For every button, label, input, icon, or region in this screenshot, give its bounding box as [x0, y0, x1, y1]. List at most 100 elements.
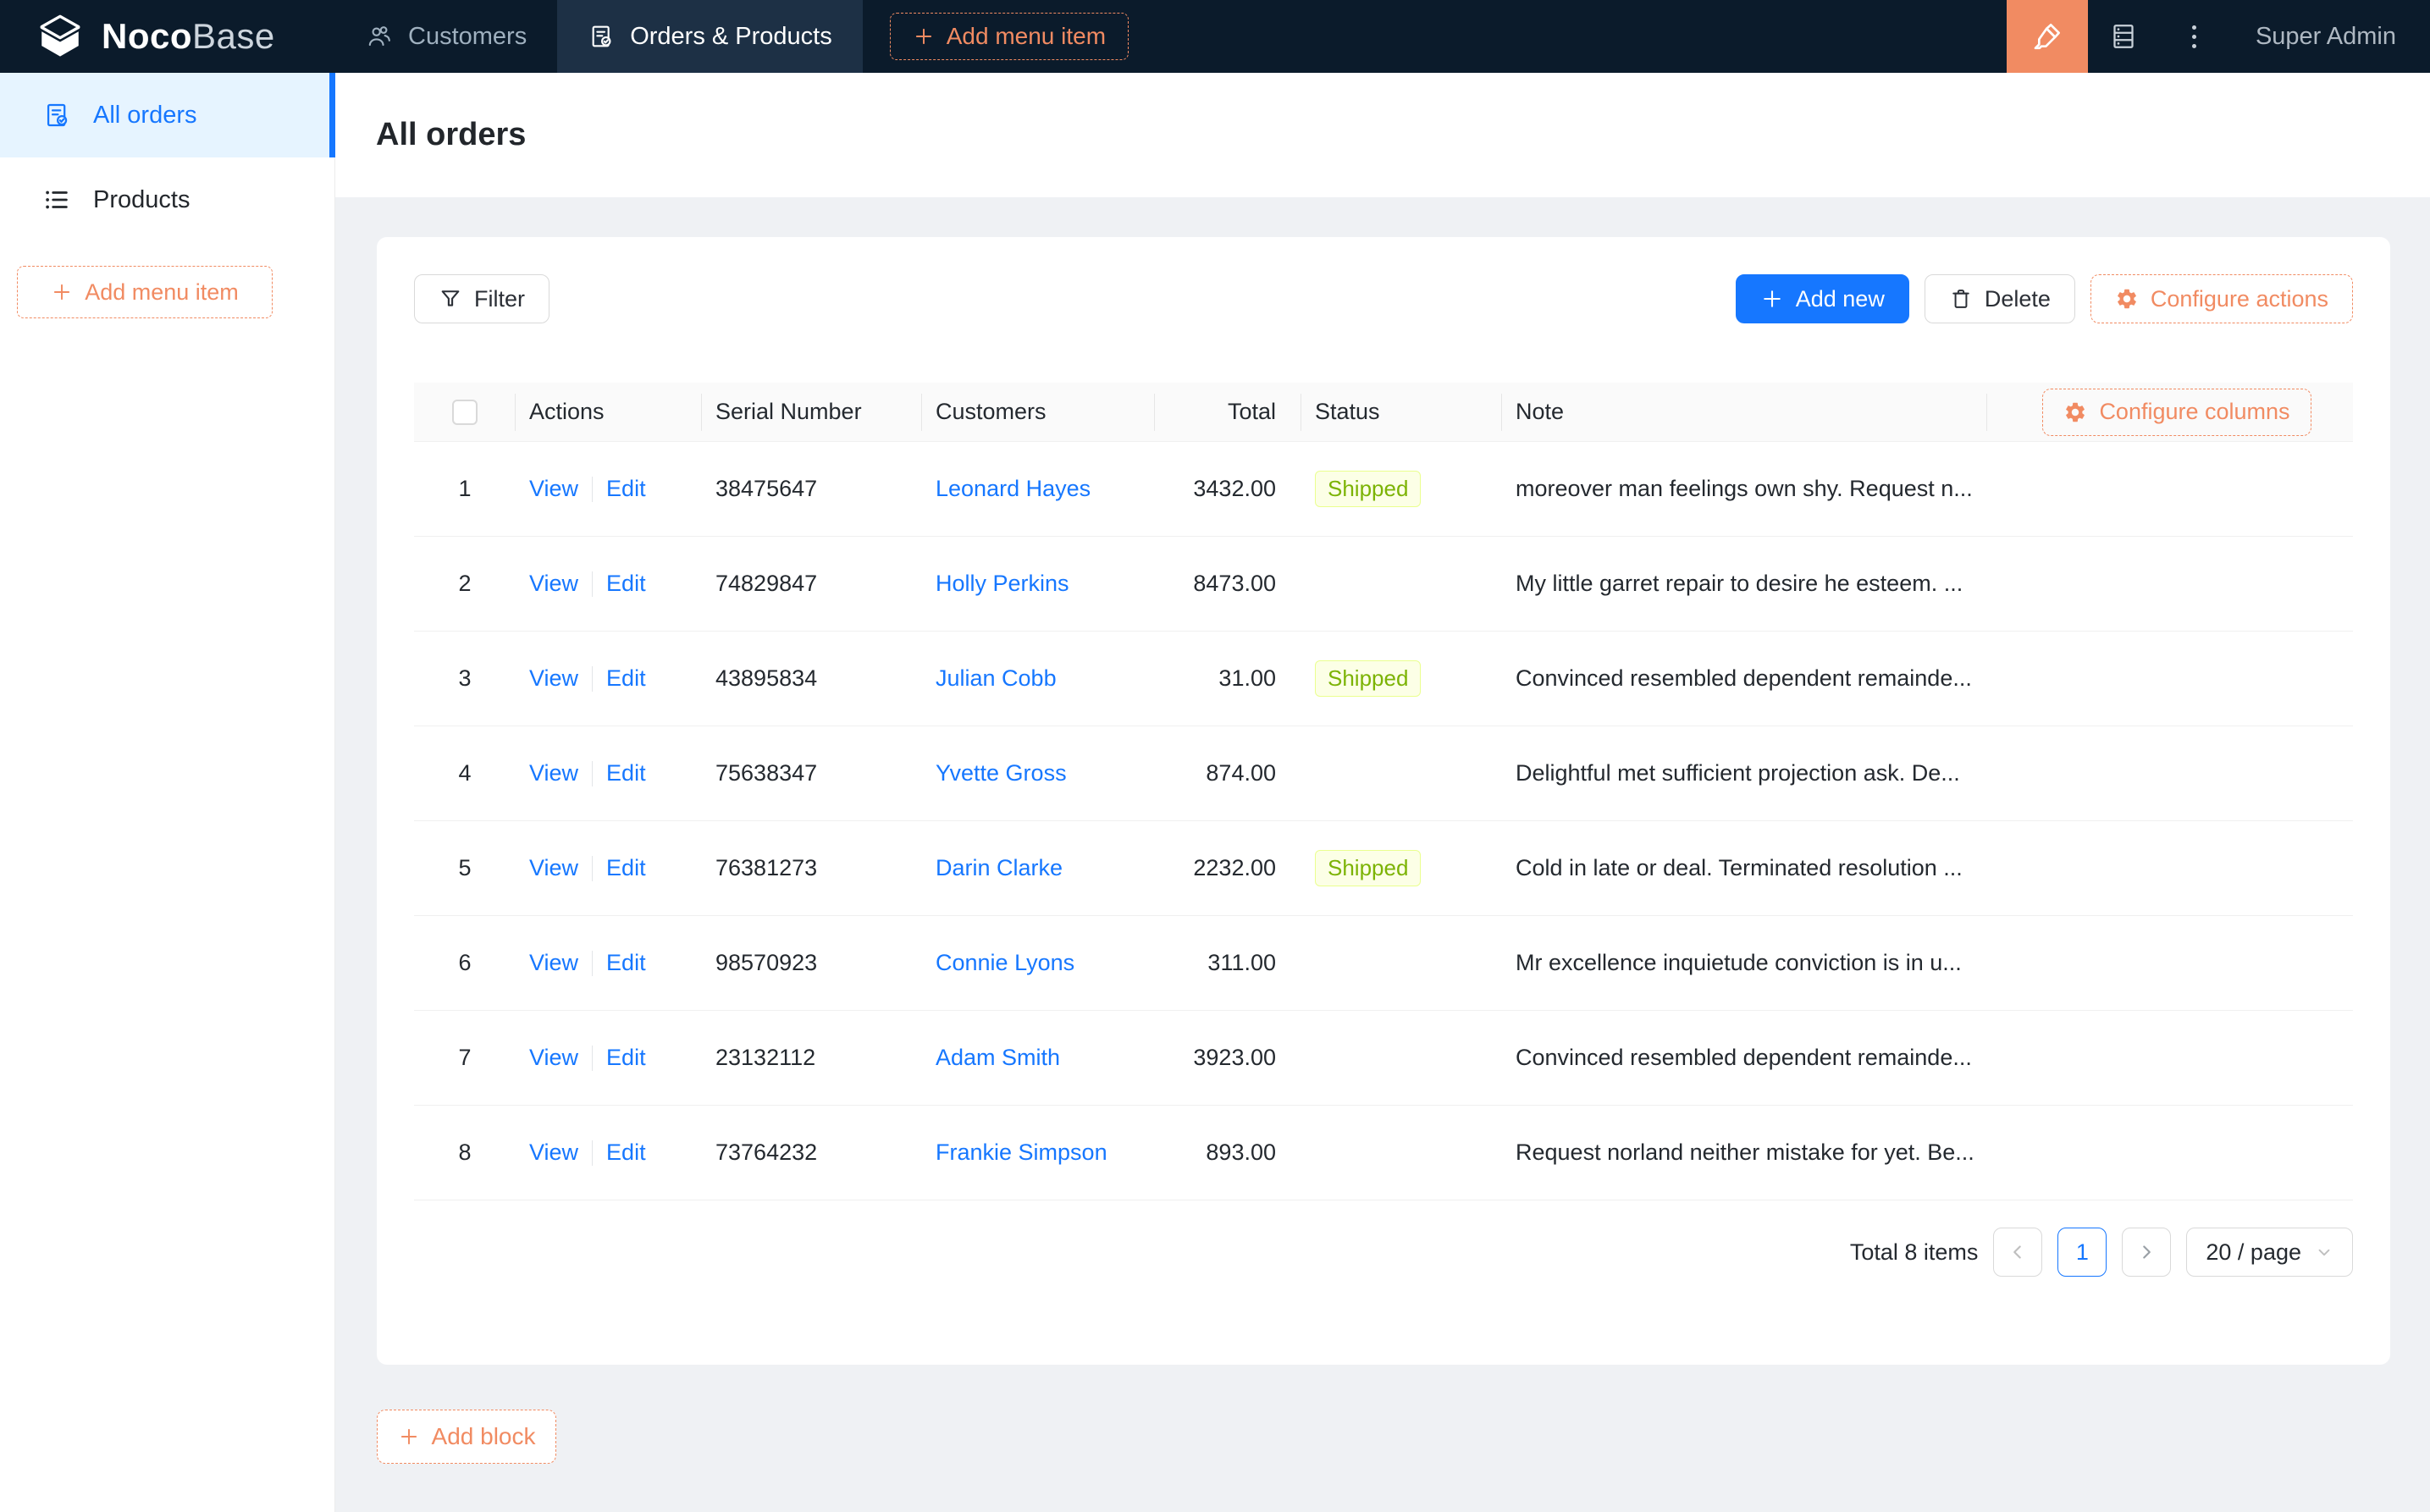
column-header-customers: Customers — [922, 383, 1155, 441]
edit-link[interactable]: Edit — [606, 476, 646, 502]
page-1-button[interactable]: 1 — [2057, 1228, 2107, 1277]
filter-button[interactable]: Filter — [414, 274, 550, 323]
add-new-label: Add new — [1795, 285, 1885, 312]
serial-cell: 43895834 — [715, 665, 818, 691]
customer-link[interactable]: Adam Smith — [936, 1045, 1060, 1071]
edit-link[interactable]: Edit — [606, 855, 646, 881]
total-cell: 3432.00 — [1193, 476, 1276, 501]
total-cell: 2232.00 — [1193, 855, 1276, 880]
total-cell: 8473.00 — [1193, 571, 1276, 596]
note-cell: Mr excellence inquietude conviction is i… — [1516, 950, 1962, 975]
nav-add-menu-item-label: Add menu item — [946, 23, 1107, 49]
serial-cell: 75638347 — [715, 760, 818, 786]
serial-cell: 74829847 — [715, 571, 818, 596]
table-row: 1 View Edit 38475647 Leonard Hayes 3432.0… — [414, 442, 2353, 537]
row-index: 2 — [458, 571, 472, 596]
page-size-select[interactable]: 20 / page — [2186, 1228, 2353, 1277]
sidebar-add-menu-item-button[interactable]: Add menu item — [17, 266, 273, 318]
ellipsis-vertical-icon — [2192, 25, 2197, 48]
view-link[interactable]: View — [529, 1140, 578, 1166]
view-link[interactable]: View — [529, 950, 578, 976]
edit-link[interactable]: Edit — [606, 665, 646, 692]
pagination: Total 8 items 1 20 / page — [414, 1228, 2353, 1277]
column-header-status: Status — [1301, 383, 1502, 441]
edit-link[interactable]: Edit — [606, 1140, 646, 1166]
view-link[interactable]: View — [529, 760, 578, 786]
total-cell: 874.00 — [1206, 760, 1276, 786]
row-index: 7 — [458, 1045, 472, 1070]
edit-link[interactable]: Edit — [606, 760, 646, 786]
gear-icon — [2066, 402, 2085, 422]
user-menu[interactable]: Super Admin — [2230, 0, 2430, 73]
configure-actions-button[interactable]: Configure actions — [2090, 274, 2353, 323]
plus-icon — [54, 284, 70, 301]
status-tag: Shipped — [1315, 470, 1422, 508]
customer-link[interactable]: Leonard Hayes — [936, 476, 1091, 502]
view-link[interactable]: View — [529, 571, 578, 597]
total-cell: 893.00 — [1206, 1140, 1276, 1165]
table-row: 4 View Edit 75638347 Yvette Gross 874.00 … — [414, 726, 2353, 821]
customer-link[interactable]: Darin Clarke — [936, 855, 1063, 881]
column-header-serial: Serial Number — [702, 383, 922, 441]
view-link[interactable]: View — [529, 1045, 578, 1071]
customer-link[interactable]: Julian Cobb — [936, 665, 1057, 692]
plugins-database-button[interactable] — [2088, 0, 2159, 73]
app-logo[interactable]: NocoBase — [0, 0, 335, 73]
serial-cell: 76381273 — [715, 855, 818, 880]
previous-page-button[interactable] — [1993, 1228, 2043, 1277]
edit-link[interactable]: Edit — [606, 571, 646, 597]
customer-link[interactable]: Holly Perkins — [936, 571, 1069, 597]
configure-columns-button[interactable]: Configure columns — [2042, 388, 2311, 436]
page-size-value: 20 / page — [2206, 1239, 2301, 1265]
top-navbar: NocoBase Customers Orders & Products Add… — [0, 0, 2430, 73]
funnel-icon — [441, 290, 460, 306]
next-page-button[interactable] — [2122, 1228, 2172, 1277]
edit-link[interactable]: Edit — [606, 950, 646, 976]
edit-link[interactable]: Edit — [606, 1045, 646, 1071]
toolbar-actions: Add new Delete Configure actions — [1735, 274, 2353, 323]
serial-cell: 98570923 — [715, 950, 818, 975]
add-block-button[interactable]: Add block — [377, 1410, 556, 1464]
ui-editor-button[interactable] — [2006, 0, 2088, 73]
delete-button[interactable]: Delete — [1924, 274, 2075, 323]
select-all-checkbox[interactable] — [452, 399, 478, 425]
row-index: 4 — [458, 760, 472, 786]
users-icon — [368, 26, 390, 47]
chevron-right-icon — [2143, 1245, 2151, 1259]
nav-item-orders-products[interactable]: Orders & Products — [557, 0, 863, 73]
plus-icon — [400, 1428, 417, 1445]
divider — [592, 571, 594, 597]
more-menu-button[interactable] — [2159, 0, 2230, 73]
orders-table-block: Filter Add new Delete Configure actions … — [377, 237, 2390, 1365]
app-logo-text: NocoBase — [102, 16, 275, 56]
row-index: 1 — [458, 476, 472, 501]
sidebar-item-all-orders[interactable]: All orders — [0, 73, 335, 157]
nav-item-label: Orders & Products — [630, 22, 832, 50]
nav-item-customers[interactable]: Customers — [335, 0, 557, 73]
serial-cell: 38475647 — [715, 476, 818, 501]
customer-link[interactable]: Frankie Simpson — [936, 1140, 1107, 1166]
view-link[interactable]: View — [529, 855, 578, 881]
page-header: All orders — [335, 73, 2430, 197]
add-new-button[interactable]: Add new — [1735, 274, 1909, 323]
nav-add-menu-item-button[interactable]: Add menu item — [889, 13, 1129, 60]
trash-icon — [1952, 290, 1969, 308]
sidebar: All orders Products Add menu item — [0, 73, 335, 1512]
plus-icon — [915, 28, 931, 45]
divider — [592, 1140, 594, 1166]
table-row: 3 View Edit 43895834 Julian Cobb 31.00 Sh… — [414, 632, 2353, 726]
customer-link[interactable]: Yvette Gross — [936, 760, 1067, 786]
divider — [592, 476, 594, 502]
divider — [592, 1045, 594, 1071]
sidebar-item-products[interactable]: Products — [0, 157, 334, 242]
configure-columns-label: Configure columns — [2099, 399, 2290, 424]
row-index: 3 — [458, 665, 472, 691]
chevron-down-icon — [2318, 1249, 2330, 1256]
customer-link[interactable]: Connie Lyons — [936, 950, 1074, 976]
view-link[interactable]: View — [529, 665, 578, 692]
note-cell: Convinced resembled dependent remainde..… — [1516, 665, 1972, 691]
view-link[interactable]: View — [529, 476, 578, 502]
nav-item-label: Customers — [408, 22, 527, 50]
filter-label: Filter — [474, 285, 525, 312]
chevron-left-icon — [2013, 1245, 2022, 1259]
